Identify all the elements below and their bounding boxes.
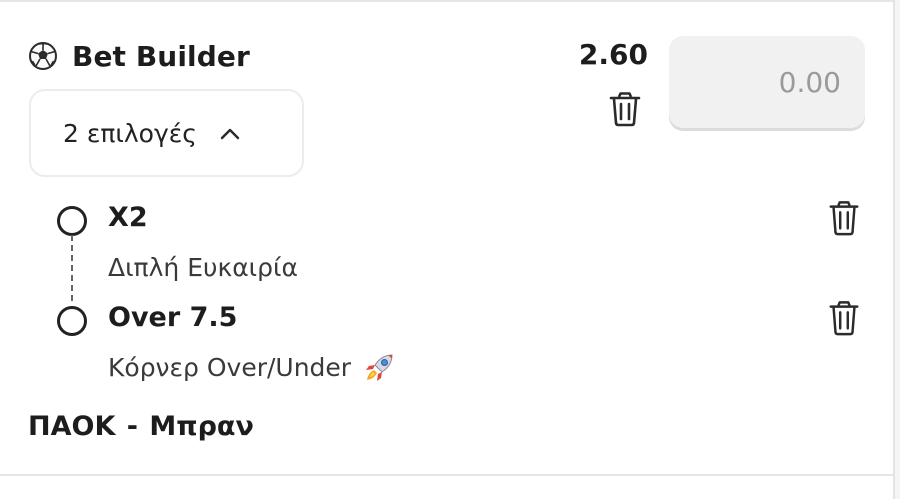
leg-marker-1	[57, 206, 87, 236]
selections-count-label: 2 επιλογές	[63, 118, 197, 148]
trash-icon	[829, 201, 859, 236]
bet-title-row: Bet Builder	[28, 38, 250, 74]
trash-icon	[609, 92, 641, 127]
trash-icon	[829, 301, 859, 336]
leg-marker-2	[57, 306, 87, 336]
soccer-ball-icon	[28, 41, 58, 71]
leg-selection-name: Over 7.5	[108, 302, 238, 333]
bottom-divider	[0, 474, 893, 476]
bet-title: Bet Builder	[72, 39, 250, 73]
scrollbar-edge	[893, 0, 900, 499]
leg-market-name: Διπλή Ευκαιρία	[108, 253, 298, 282]
stake-input[interactable]	[669, 36, 865, 128]
leg-selection-name: X2	[108, 202, 148, 233]
bet-slip-card: Bet Builder 2.60 2 επιλογές X2 Διπλή Ευκ…	[0, 0, 900, 499]
match-name: ΠΑΟΚ - Μπραν	[28, 411, 254, 442]
total-odds: 2.60	[578, 38, 648, 71]
leg-market-label: Κόρνερ Over/Under	[108, 352, 352, 382]
remove-leg-button-1[interactable]	[826, 198, 862, 238]
leg-market-label: Διπλή Ευκαιρία	[108, 253, 298, 282]
leg-market-name: Κόρνερ Over/Under	[108, 350, 397, 384]
remove-bet-button[interactable]	[606, 90, 644, 128]
remove-leg-button-2[interactable]	[826, 298, 862, 338]
selections-toggle-button[interactable]: 2 επιλογές	[29, 89, 304, 177]
leg-connector-line	[71, 235, 73, 301]
top-divider	[0, 0, 893, 4]
rocket-icon	[363, 350, 397, 384]
chevron-up-icon	[219, 126, 241, 140]
